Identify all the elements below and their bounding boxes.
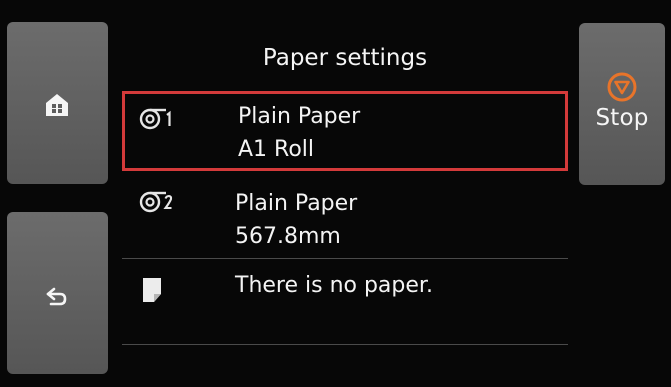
paper-size-label: A1 Roll (238, 137, 315, 162)
list-divider (122, 258, 568, 259)
page-title: Paper settings (262, 45, 428, 71)
stop-icon (607, 72, 637, 102)
printer-panel: Stop Paper settings Plain Paper A1 Roll … (0, 0, 671, 387)
stop-label: Stop (595, 105, 649, 131)
roll-2-icon (139, 191, 173, 213)
roll-1-icon (139, 108, 171, 130)
home-button[interactable] (7, 22, 108, 184)
paper-source-cut-sheet[interactable]: There is no paper. (122, 260, 568, 344)
list-divider (122, 344, 568, 345)
paper-type-label: Plain Paper (238, 104, 361, 129)
paper-type-label: Plain Paper (235, 191, 358, 216)
paper-source-roll-2[interactable]: Plain Paper 567.8mm (122, 175, 568, 259)
back-button[interactable] (7, 212, 108, 374)
cut-sheet-icon (143, 278, 161, 302)
back-arrow-icon (46, 287, 67, 306)
home-icon (46, 94, 68, 116)
stop-button[interactable]: Stop (579, 23, 665, 185)
paper-size-label: 567.8mm (235, 224, 341, 249)
paper-source-roll-1[interactable]: Plain Paper A1 Roll (122, 91, 568, 171)
no-paper-message: There is no paper. (235, 273, 433, 298)
